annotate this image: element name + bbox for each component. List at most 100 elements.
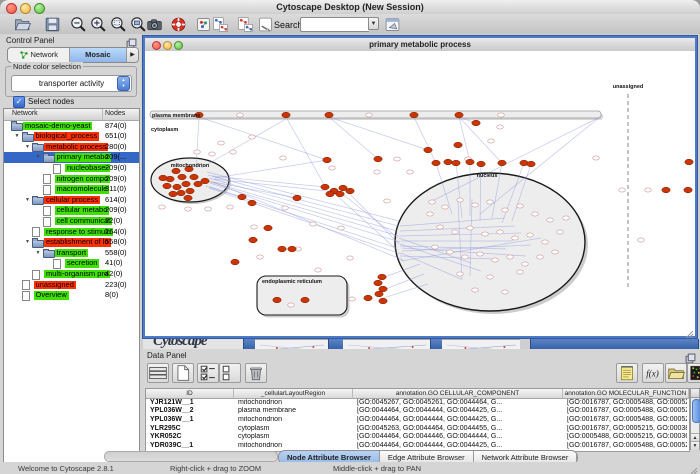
zoom-out-icon[interactable] xyxy=(70,16,87,33)
graph-node-outline[interactable] xyxy=(218,141,225,145)
table-cell[interactable]: [GO:0016787, GO:0005488, GO:0005215, G..… xyxy=(567,399,687,408)
tree-row[interactable]: unassigned223(0) xyxy=(4,280,139,291)
select-all-attributes-icon[interactable] xyxy=(197,363,219,383)
graph-node-outline[interactable] xyxy=(230,150,237,154)
graph-node-outline[interactable] xyxy=(645,188,652,192)
graph-node[interactable] xyxy=(684,187,692,193)
graph-node-outline[interactable] xyxy=(315,268,322,272)
tree-row[interactable]: multi-organism pro42(0) xyxy=(4,269,139,280)
graph-node-outline[interactable] xyxy=(432,245,439,249)
graph-node[interactable] xyxy=(472,120,480,126)
graph-edge[interactable] xyxy=(340,192,398,238)
graph-node[interactable] xyxy=(336,191,344,197)
open-session-icon[interactable] xyxy=(12,16,33,33)
graph-node-outline[interactable] xyxy=(347,256,354,260)
graph-node-outline[interactable] xyxy=(532,212,539,216)
tree-row-label[interactable]: establishment of lo xyxy=(44,238,111,247)
app-resize-grip[interactable] xyxy=(689,463,698,472)
graph-node[interactable] xyxy=(159,175,167,181)
graph-edge[interactable] xyxy=(346,190,399,244)
graph-node-outline[interactable] xyxy=(477,252,484,256)
float-data-panel-icon[interactable] xyxy=(685,351,696,362)
table-cell[interactable]: [GO:0044464, GO:0044444, GO:0044425, G..… xyxy=(357,416,561,425)
graph-node[interactable] xyxy=(375,291,383,297)
graph-node-outline[interactable] xyxy=(427,212,434,216)
graph-node[interactable] xyxy=(379,298,387,304)
graph-node[interactable] xyxy=(326,191,334,197)
table-cell[interactable]: [GO:0044464, GO:0044444, GO:0044425, G..… xyxy=(357,407,561,416)
graph-node-outline[interactable] xyxy=(349,297,356,301)
graph-node[interactable] xyxy=(455,112,463,118)
graph-node[interactable] xyxy=(178,174,186,180)
window-resize-grip[interactable] xyxy=(685,326,694,335)
graph-node-outline[interactable] xyxy=(329,166,336,170)
network-window-minimize[interactable] xyxy=(163,41,172,50)
graph-node[interactable] xyxy=(177,190,185,196)
table-cell[interactable]: [GO:0016787, GO:0005488, GO:0005215, G..… xyxy=(567,442,687,451)
graph[interactable]: plasma membranecytoplasmmitochondrionnuc… xyxy=(145,51,695,336)
graph-node-outline[interactable] xyxy=(487,275,494,279)
table-cell[interactable]: [GO:0045267, GO:0045261, GO:0044464, G..… xyxy=(357,399,561,408)
graph-edge[interactable] xyxy=(211,181,403,260)
graph-node[interactable] xyxy=(346,188,354,194)
graph-edge[interactable] xyxy=(329,117,428,150)
table-cell[interactable]: [GO:0016787, GO:0005215, GO:0003824, G..… xyxy=(567,425,687,434)
graph-node[interactable] xyxy=(685,159,693,165)
expand-triangle-icon[interactable]: ▼ xyxy=(25,239,30,245)
expand-triangle-icon[interactable]: ▼ xyxy=(36,154,41,160)
graph-node[interactable] xyxy=(231,259,239,265)
snapshot-camera-icon[interactable] xyxy=(146,16,163,33)
tree-row-label[interactable]: Overview xyxy=(34,291,69,300)
graph-node-outline[interactable] xyxy=(457,272,464,276)
graph-node-outline[interactable] xyxy=(462,255,469,259)
network-window-titlebar[interactable]: primary metabolic process xyxy=(145,38,695,52)
graph-node[interactable] xyxy=(278,246,286,252)
graph-node-outline[interactable] xyxy=(384,199,391,203)
graph-node-outline[interactable] xyxy=(502,290,509,294)
graph-node-outline[interactable] xyxy=(429,200,436,204)
graph-edge[interactable] xyxy=(208,175,398,226)
zoom-fit-icon[interactable] xyxy=(130,16,147,33)
graph-node-outline[interactable] xyxy=(547,218,554,222)
graph-node-outline[interactable] xyxy=(497,230,504,234)
tree-row[interactable]: ▼cellular process614(0) xyxy=(4,195,139,206)
graph-node[interactable] xyxy=(321,184,329,190)
table-cell[interactable]: cytoplasm xyxy=(238,433,351,442)
float-panel-icon[interactable] xyxy=(126,36,137,47)
graph-edge[interactable] xyxy=(414,117,436,163)
graph-node[interactable] xyxy=(498,160,506,166)
tree-row[interactable]: ▼metabolic process280(0) xyxy=(4,142,139,153)
attribute-table[interactable]: ID_cellularLayoutRegionannotation.GO CEL… xyxy=(145,388,690,452)
vizmapper-icon[interactable] xyxy=(195,16,212,33)
graph-node[interactable] xyxy=(248,200,256,206)
tree-row-label[interactable]: transport xyxy=(55,249,89,258)
tree-row[interactable]: ▼transport558(0) xyxy=(4,248,139,259)
tree-row[interactable]: response to stimulu264(0) xyxy=(4,227,139,238)
tree-row-label[interactable]: metabolic process xyxy=(44,143,108,152)
graph-node-outline[interactable] xyxy=(593,156,600,160)
zoom-window-button[interactable] xyxy=(34,3,45,14)
tree-row[interactable]: secretion41(0) xyxy=(4,258,139,269)
graph-node-outline[interactable] xyxy=(237,113,244,117)
graph-node-outline[interactable] xyxy=(472,203,479,207)
graph-node-outline[interactable] xyxy=(527,233,534,237)
expand-triangle-icon[interactable]: ▼ xyxy=(15,133,20,139)
expand-triangle-icon[interactable]: ▼ xyxy=(25,144,30,150)
graph-edge[interactable] xyxy=(380,284,428,299)
table-column-header[interactable]: annotation.GO MOLECULAR_FUNCTION xyxy=(563,389,689,399)
attribute-matrix-icon[interactable] xyxy=(687,363,700,383)
graph-node-outline[interactable] xyxy=(457,198,464,202)
tree-row[interactable]: Overview8(0) xyxy=(4,290,139,301)
tree-row-label[interactable]: mosaic-demo-yeast xyxy=(23,122,92,131)
scroll-down-icon[interactable]: ▼ xyxy=(691,441,699,450)
graph-node[interactable] xyxy=(288,246,296,252)
table-cell[interactable]: YPL036W__2 xyxy=(150,407,232,416)
zoom-in-icon[interactable] xyxy=(90,16,107,33)
graph-node[interactable] xyxy=(293,195,301,201)
graph-edge[interactable] xyxy=(201,119,286,168)
network-overlay-2-icon[interactable] xyxy=(237,16,254,33)
graph-node-outline[interactable] xyxy=(447,250,454,254)
graph-node-outline[interactable] xyxy=(488,139,495,143)
graph-node-outline[interactable] xyxy=(227,205,234,209)
function-builder-icon[interactable]: f(x) xyxy=(642,363,664,383)
